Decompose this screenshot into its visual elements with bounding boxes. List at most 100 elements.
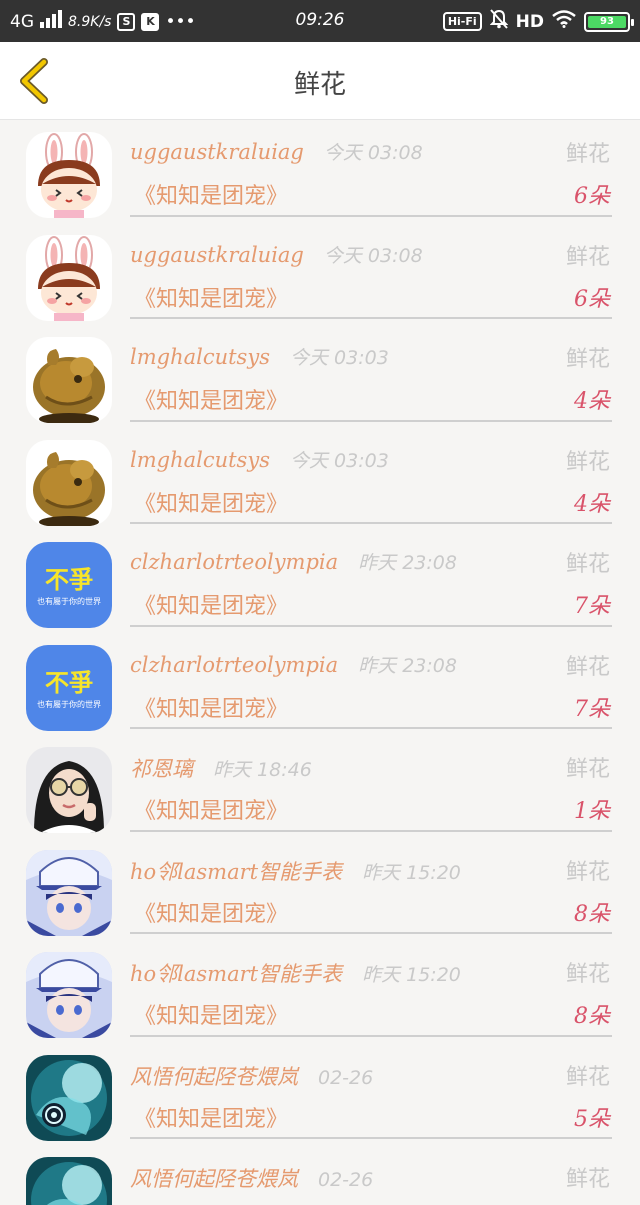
row-divider	[130, 317, 612, 319]
user-avatar[interactable]	[26, 1157, 112, 1205]
timestamp: 02-26	[318, 1066, 374, 1089]
book-title: 《知知是团宠》	[134, 1004, 289, 1029]
username[interactable]: ho邻lasmart智能手表	[130, 958, 342, 988]
gift-record-row[interactable]: 风悟何起陉苍煨岚 02-26 鲜花	[0, 1145, 640, 1205]
user-avatar[interactable]	[26, 952, 112, 1038]
name-line: 祁恩璃 昨天 18:46	[130, 753, 312, 783]
gift-record-row[interactable]: 不爭 也有屬于你的世界 clzharlotrteolympia 昨天 23:08 …	[0, 530, 640, 633]
gift-count: 4朵	[574, 389, 610, 414]
name-line: ho邻lasmart智能手表 昨天 15:20	[130, 958, 461, 988]
row-divider	[130, 624, 612, 627]
gift-type-label: 鲜花	[565, 142, 610, 167]
book-title: 《知知是团宠》	[134, 184, 289, 209]
row-divider	[130, 419, 612, 422]
timestamp: 今天 03:08	[323, 244, 423, 267]
username[interactable]: 风悟何起陉苍煨岚	[130, 1163, 298, 1193]
status-bar: 4G 8.9K/s S K ••• 09:26 Hi-Fi HD 93	[0, 0, 640, 42]
wifi-icon	[552, 10, 576, 33]
gift-record-row[interactable]: lmghalcutsys 今天 03:03 鲜花 《知知是团宠》 4朵	[0, 428, 640, 531]
gift-record-row[interactable]: lmghalcutsys 今天 03:03 鲜花 《知知是团宠》 4朵	[0, 325, 640, 428]
status-right: Hi-Fi HD 93	[442, 9, 634, 34]
gift-type-label: 鲜花	[565, 449, 610, 475]
gift-record-row[interactable]: 风悟何起陉苍煨岚 02-26 鲜花 《知知是团宠》 5朵	[0, 1043, 640, 1146]
row-divider	[130, 214, 612, 217]
book-title: 《知知是团宠》	[134, 799, 289, 824]
timestamp: 今天 03:03	[289, 449, 389, 472]
gift-type-label: 鲜花	[565, 347, 610, 372]
mute-bell-icon	[489, 9, 509, 34]
user-avatar[interactable]	[26, 747, 112, 833]
gift-count: 1朵	[574, 799, 610, 824]
timestamp: 昨天 18:46	[213, 759, 312, 781]
book-title: 《知知是团宠》	[134, 389, 289, 414]
name-line: clzharlotrteolympia 昨天 23:08	[130, 548, 457, 575]
gift-record-row[interactable]: ho邻lasmart智能手表 昨天 15:20 鲜花 《知知是团宠》 8朵	[0, 838, 640, 941]
user-avatar[interactable]: 不爭也有屬于你的世界	[26, 644, 112, 731]
gift-count: 5朵	[574, 1106, 610, 1132]
gift-type-label: 鲜花	[565, 859, 610, 885]
gift-count: 6朵	[574, 286, 610, 312]
username[interactable]: ho邻lasmart智能手表	[130, 856, 342, 886]
name-line: uggaustkraluiag 今天 03:08	[130, 241, 423, 268]
gift-record-row[interactable]: uggaustkraluiag 今天 03:08 鲜花 《知知是团宠》 6朵	[0, 223, 640, 326]
gift-type-label: 鲜花	[565, 654, 610, 680]
gift-count: 6朵	[574, 184, 610, 209]
name-line: 风悟何起陉苍煨岚 02-26	[130, 1163, 373, 1193]
battery-level: 93	[600, 15, 614, 27]
timestamp: 昨天 23:08	[358, 552, 457, 574]
gift-count: 8朵	[574, 901, 610, 927]
book-title: 《知知是团宠》	[134, 594, 289, 619]
gift-count: 8朵	[574, 1004, 610, 1029]
name-line: clzharlotrteolympia 昨天 23:08	[130, 651, 457, 678]
gift-count: 4朵	[574, 491, 610, 517]
hd-label: HD	[515, 11, 544, 32]
row-divider	[130, 727, 612, 729]
gift-count: 7朵	[574, 696, 610, 722]
username[interactable]: clzharlotrteolympia	[130, 550, 338, 574]
gift-list: uggaustkraluiag 今天 03:08 鲜花 《知知是团宠》 6朵 u…	[0, 120, 640, 1205]
timestamp: 昨天 23:08	[358, 654, 457, 677]
name-line: lmghalcutsys 今天 03:03	[130, 343, 389, 370]
battery-icon: 93	[584, 11, 634, 32]
avatar-main-text: 不爭	[45, 669, 93, 697]
user-avatar[interactable]	[26, 234, 112, 321]
row-divider	[130, 522, 612, 524]
gift-type-label: 鲜花	[565, 244, 610, 270]
avatar-sub-text: 也有屬于你的世界	[37, 596, 101, 606]
gift-type-label: 鲜花	[565, 757, 610, 782]
user-avatar[interactable]	[26, 132, 112, 218]
user-avatar[interactable]	[26, 337, 112, 423]
name-line: lmghalcutsys 今天 03:03	[130, 446, 389, 473]
gift-type-label: 鲜花	[565, 1167, 610, 1192]
gift-record-row[interactable]: uggaustkraluiag 今天 03:08 鲜花 《知知是团宠》 6朵	[0, 120, 640, 223]
username[interactable]: 风悟何起陉苍煨岚	[130, 1061, 298, 1091]
book-title: 《知知是团宠》	[134, 491, 289, 517]
nav-bar: 鲜花	[0, 42, 640, 120]
user-avatar[interactable]: 不爭 也有屬于你的世界	[26, 542, 112, 628]
gift-record-row[interactable]: 祁恩璃 昨天 18:46 鲜花 《知知是团宠》 1朵	[0, 735, 640, 838]
gift-count: 7朵	[574, 594, 610, 619]
page-title: 鲜花	[293, 70, 346, 100]
gift-type-label: 鲜花	[565, 552, 610, 577]
name-line: 风悟何起陉苍煨岚 02-26	[130, 1061, 373, 1091]
username[interactable]: lmghalcutsys	[130, 345, 270, 369]
user-avatar[interactable]	[26, 439, 112, 526]
username[interactable]: lmghalcutsys	[130, 448, 270, 472]
username[interactable]: 祁恩璃	[130, 753, 193, 783]
row-divider	[130, 932, 612, 934]
avatar-sub-text: 也有屬于你的世界	[37, 699, 101, 709]
user-avatar[interactable]	[26, 849, 112, 936]
username[interactable]: clzharlotrteolympia	[130, 653, 338, 677]
gift-record-row[interactable]: 不爭 也有屬于你的世界 clzharlotrteolympia 昨天 23:08 …	[0, 633, 640, 736]
timestamp: 昨天 15:20	[362, 964, 461, 986]
name-line: uggaustkraluiag 今天 03:08	[130, 138, 423, 165]
timestamp: 今天 03:03	[289, 347, 389, 369]
username[interactable]: uggaustkraluiag	[130, 243, 304, 267]
row-divider	[130, 1034, 612, 1037]
gift-record-row[interactable]: ho邻lasmart智能手表 昨天 15:20 鲜花 《知知是团宠》 8朵	[0, 940, 640, 1043]
username[interactable]: uggaustkraluiag	[130, 140, 304, 164]
user-avatar[interactable]	[26, 1054, 112, 1141]
row-divider	[130, 829, 612, 832]
timestamp: 今天 03:08	[323, 142, 423, 164]
book-title: 《知知是团宠》	[134, 1106, 289, 1132]
